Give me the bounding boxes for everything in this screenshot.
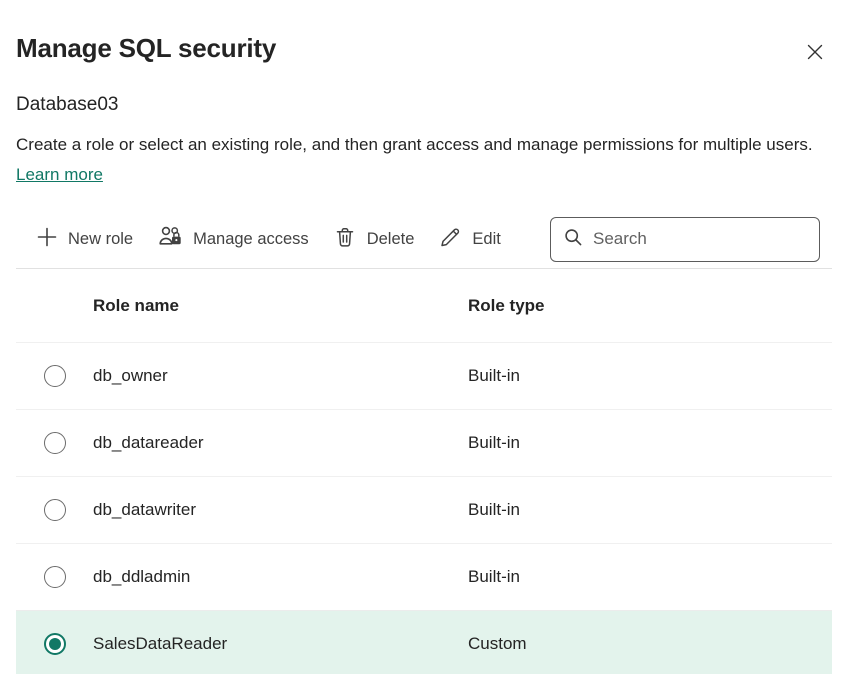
table-row[interactable]: SalesDataReader Custom bbox=[16, 610, 832, 674]
page-title: Manage SQL security bbox=[16, 33, 276, 63]
plus-icon bbox=[36, 226, 58, 253]
delete-button[interactable]: Delete bbox=[322, 217, 426, 262]
search-icon bbox=[563, 227, 583, 252]
role-name-cell: db_owner bbox=[93, 366, 468, 386]
table-row[interactable]: db_datareader Built-in bbox=[16, 409, 832, 476]
toolbar: New role Manage access bbox=[16, 216, 832, 262]
trash-icon bbox=[333, 225, 357, 254]
new-role-button[interactable]: New role bbox=[25, 218, 144, 261]
people-lock-icon bbox=[157, 225, 183, 254]
table-row[interactable]: db_ddladmin Built-in bbox=[16, 543, 832, 610]
column-role-type: Role type bbox=[468, 296, 832, 316]
learn-more-link[interactable]: Learn more bbox=[16, 165, 103, 184]
role-type-cell: Built-in bbox=[468, 366, 832, 386]
new-role-label: New role bbox=[68, 230, 133, 249]
manage-access-label: Manage access bbox=[193, 230, 309, 249]
role-type-cell: Built-in bbox=[468, 433, 832, 453]
role-radio[interactable] bbox=[44, 432, 66, 454]
role-name-cell: db_ddladmin bbox=[93, 567, 468, 587]
close-button[interactable] bbox=[800, 37, 830, 67]
search-input[interactable] bbox=[593, 229, 807, 249]
delete-label: Delete bbox=[367, 230, 415, 249]
database-name: Database03 bbox=[16, 93, 832, 117]
role-radio[interactable] bbox=[44, 633, 66, 655]
role-name-cell: SalesDataReader bbox=[93, 634, 468, 654]
description-body: Create a role or select an existing role… bbox=[16, 135, 813, 154]
role-name-cell: db_datawriter bbox=[93, 500, 468, 520]
manage-sql-security-dialog: Manage SQL security Database03 Create a … bbox=[0, 0, 849, 674]
table-row[interactable]: db_datawriter Built-in bbox=[16, 476, 832, 543]
role-radio[interactable] bbox=[44, 566, 66, 588]
roles-table: Role name Role type db_owner Built-in db… bbox=[16, 269, 832, 674]
role-radio[interactable] bbox=[44, 499, 66, 521]
search-box[interactable] bbox=[550, 217, 820, 262]
role-name-cell: db_datareader bbox=[93, 433, 468, 453]
edit-button[interactable]: Edit bbox=[427, 217, 511, 262]
pencil-icon bbox=[438, 225, 462, 254]
role-type-cell: Built-in bbox=[468, 567, 832, 587]
description-text: Create a role or select an existing role… bbox=[16, 130, 832, 190]
edit-label: Edit bbox=[472, 230, 500, 249]
table-header: Role name Role type bbox=[16, 269, 832, 342]
role-type-cell: Built-in bbox=[468, 500, 832, 520]
role-type-cell: Custom bbox=[468, 634, 832, 654]
table-row[interactable]: db_owner Built-in bbox=[16, 342, 832, 409]
role-radio[interactable] bbox=[44, 365, 66, 387]
column-role-name: Role name bbox=[93, 296, 468, 316]
manage-access-button[interactable]: Manage access bbox=[146, 217, 320, 262]
close-icon bbox=[804, 51, 826, 66]
